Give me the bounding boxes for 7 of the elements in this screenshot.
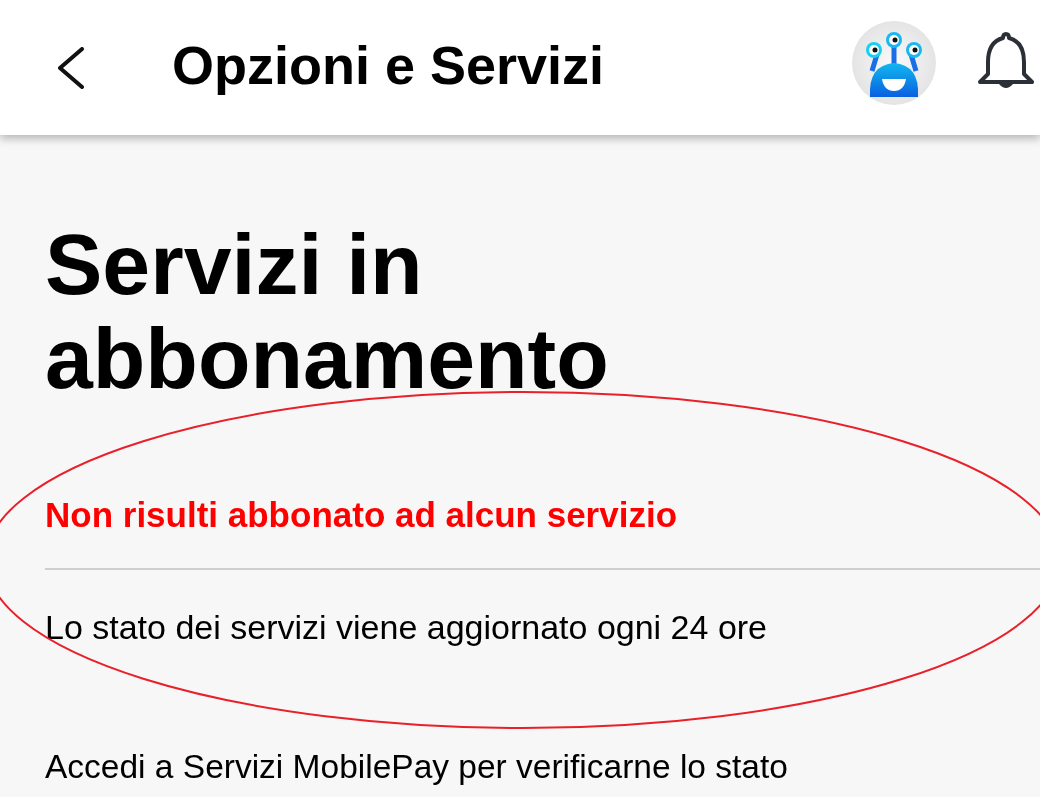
update-note: Lo stato dei servizi viene aggiornato ogni 24 ore: [45, 607, 769, 647]
status-message: Non risulti abbonato ad alcun servizio: [45, 495, 679, 535]
avatar-icon[interactable]: [852, 20, 936, 105]
section-heading: Servizi in abbonamento: [45, 217, 610, 405]
mobilepay-note: Accedi a Servizi MobilePay per verificarne lo stato: [45, 747, 789, 787]
page-title: Opzioni e Servizi: [172, 33, 606, 96]
back-icon[interactable]: [56, 46, 86, 89]
